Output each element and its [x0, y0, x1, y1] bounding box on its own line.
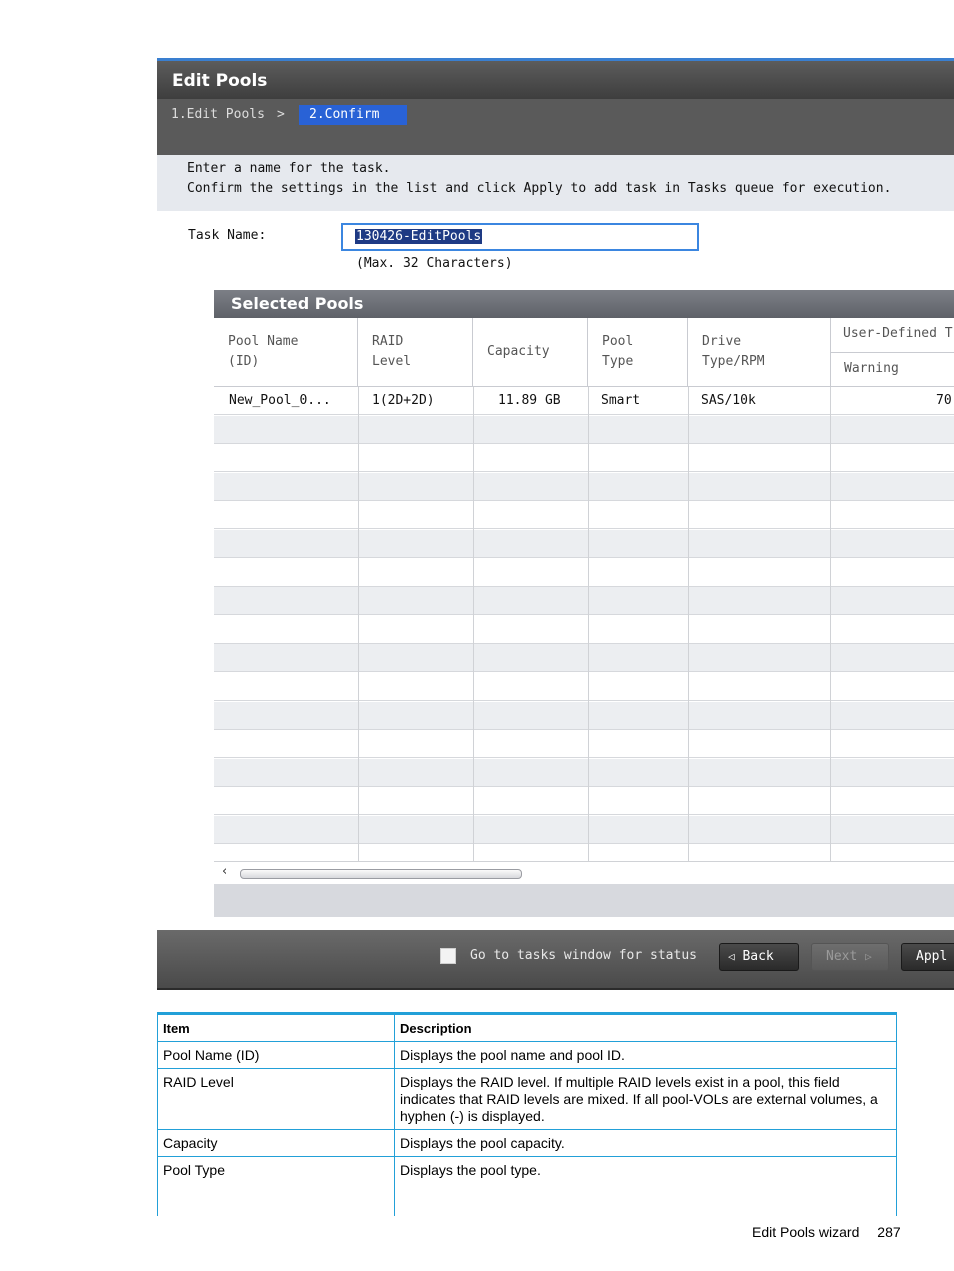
dialog-title-bar: Edit Pools: [157, 61, 954, 99]
column-divider: [830, 387, 831, 861]
page-number: 287: [877, 1224, 901, 1240]
table-row-empty: [214, 616, 954, 644]
column-header-raid-level-line1: RAID: [372, 334, 404, 349]
table-row-empty: [214, 758, 954, 787]
apply-button-label: Appl: [916, 949, 948, 964]
column-header-capacity[interactable]: Capacity: [473, 318, 588, 387]
selected-pools-title: Selected Pools: [231, 294, 364, 313]
column-header-drive-line2: Type/RPM: [702, 354, 765, 369]
task-name-input[interactable]: 130426-EditPools: [341, 223, 699, 251]
wizard-step-bar: 1.Edit Pools > 2.Confirm: [157, 99, 954, 155]
column-header-pool-name-line1: Pool Name: [228, 334, 299, 349]
step-edit-pools: 1.Edit Pools: [171, 107, 265, 122]
cell-drive: SAS/10k: [701, 393, 756, 408]
goto-tasks-checkbox[interactable]: [440, 948, 456, 964]
column-header-pool-name[interactable]: Pool Name (ID): [214, 318, 358, 387]
back-arrow-icon: ◁: [728, 950, 735, 963]
column-divider: [688, 387, 689, 861]
task-name-hint: (Max. 32 Characters): [356, 256, 513, 271]
doc-table-row: Pool Type Displays the pool type.: [157, 1156, 897, 1216]
cell-capacity: 11.89 GB: [498, 393, 561, 408]
selected-pools-header: Selected Pools: [214, 290, 954, 318]
table-row-empty: [214, 472, 954, 501]
table-row[interactable]: New_Pool_0... 1(2D+2D) 11.89 GB Smart SA…: [214, 387, 954, 415]
table-row-empty: [214, 701, 954, 730]
instruction-line-2: Confirm the settings in the list and cli…: [187, 181, 892, 196]
column-header-capacity-label: Capacity: [487, 344, 550, 359]
doc-description: Displays the pool type.: [394, 1156, 897, 1216]
doc-description: Displays the pool capacity.: [394, 1129, 897, 1157]
cell-warning: 70: [936, 393, 952, 408]
table-row-empty: [214, 444, 954, 473]
doc-table-row: Capacity Displays the pool capacity.: [157, 1129, 897, 1157]
doc-header-item: Item: [157, 1012, 395, 1042]
table-row-empty: [214, 644, 954, 673]
table-row-empty: [214, 673, 954, 701]
table-row-empty: [214, 587, 954, 616]
doc-table-row: Pool Name (ID) Displays the pool name an…: [157, 1041, 897, 1069]
selected-pools-panel: Selected Pools Pool Name (ID) RAID Level…: [214, 290, 954, 917]
next-button[interactable]: Next ▷: [811, 943, 889, 971]
column-header-drive-type[interactable]: Drive Type/RPM: [688, 318, 831, 387]
doc-item: Pool Name (ID): [157, 1041, 395, 1069]
doc-table-row: RAID Level Displays the RAID level. If m…: [157, 1068, 897, 1130]
table-row-empty: [214, 845, 954, 861]
page-footer-section: Edit Pools wizard: [752, 1224, 860, 1240]
column-header-pool-type-line1: Pool: [602, 334, 634, 349]
doc-item: RAID Level: [157, 1068, 395, 1130]
table-row-empty: [214, 787, 954, 816]
column-header-pool-type[interactable]: Pool Type: [588, 318, 688, 387]
step-separator: >: [277, 107, 285, 122]
back-button-label: Back: [742, 949, 774, 964]
cell-pool-type: Smart: [601, 393, 641, 408]
next-button-label: Next: [826, 949, 858, 964]
column-divider: [358, 387, 359, 861]
horizontal-scrollbar[interactable]: ‹: [214, 861, 954, 884]
edit-pools-dialog: Edit Pools 1.Edit Pools > 2.Confirm Ente…: [157, 58, 954, 990]
doc-item: Pool Type: [157, 1156, 395, 1216]
column-divider: [473, 387, 474, 861]
instruction-line-1: Enter a name for the task.: [187, 161, 391, 176]
instructions-panel: Enter a name for the task. Confirm the s…: [157, 155, 954, 211]
table-row-empty: [214, 415, 954, 444]
table-row-empty: [214, 559, 954, 587]
column-header-raid-level-line2: Level: [372, 354, 412, 369]
dialog-title: Edit Pools: [172, 71, 268, 91]
doc-description: Displays the pool name and pool ID.: [394, 1041, 897, 1069]
selected-pools-table: Pool Name (ID) RAID Level Capacity Pool …: [214, 318, 954, 861]
table-row-empty: [214, 816, 954, 844]
task-name-label: Task Name:: [188, 228, 267, 243]
scrollbar-thumb[interactable]: [240, 869, 522, 879]
item-description-table: Item Description Pool Name (ID) Displays…: [157, 1012, 897, 1216]
doc-item: Capacity: [157, 1129, 395, 1157]
column-header-raid-level[interactable]: RAID Level: [358, 318, 473, 387]
table-row-empty: [214, 501, 954, 530]
column-header-user-defined[interactable]: User-Defined T: [830, 318, 954, 353]
step-confirm-current: 2.Confirm: [299, 105, 407, 125]
back-button[interactable]: ◁ Back: [719, 943, 799, 971]
column-divider: [588, 387, 589, 861]
task-name-value: 130426-EditPools: [355, 229, 483, 244]
doc-description: Displays the RAID level. If multiple RAI…: [394, 1068, 897, 1130]
scroll-left-arrow-icon[interactable]: ‹: [222, 864, 227, 879]
apply-button[interactable]: Appl: [901, 943, 954, 971]
table-row-empty: [214, 530, 954, 558]
cell-pool-name: New_Pool_0...: [229, 393, 331, 408]
cell-raid-level: 1(2D+2D): [372, 393, 435, 408]
page-footer: Edit Pools wizard 287: [752, 1224, 901, 1240]
goto-tasks-label: Go to tasks window for status: [470, 948, 697, 963]
table-row-empty: [214, 730, 954, 759]
column-header-pool-name-line2: (ID): [228, 354, 260, 369]
footer-bottom-border: [157, 988, 954, 990]
doc-header-description: Description: [394, 1012, 897, 1042]
column-header-warning[interactable]: Warning: [830, 353, 954, 387]
column-header-pool-type-line2: Type: [602, 354, 634, 369]
doc-table-header-row: Item Description: [157, 1012, 897, 1042]
dialog-footer: Go to tasks window for status ◁ Back Nex…: [157, 930, 954, 988]
next-arrow-icon: ▷: [865, 950, 872, 963]
column-header-drive-line1: Drive: [702, 334, 742, 349]
